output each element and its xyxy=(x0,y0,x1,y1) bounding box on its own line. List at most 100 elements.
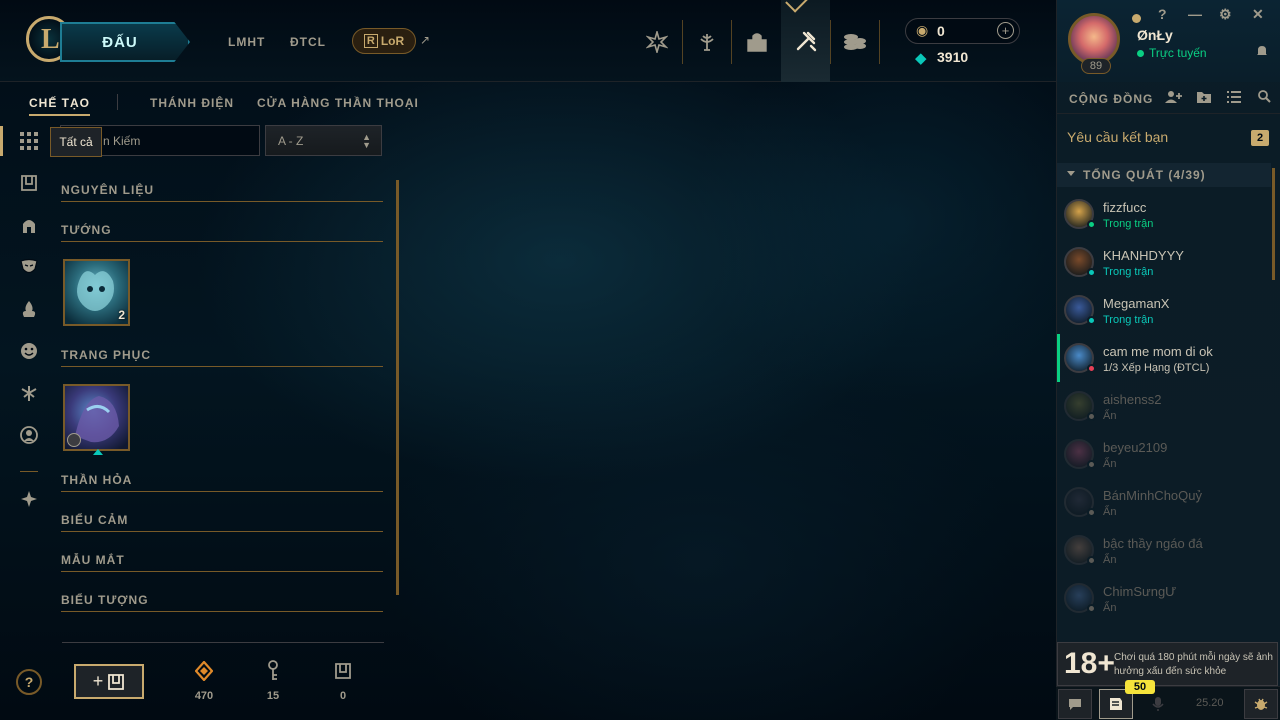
category-icons[interactable]: BIỂU TƯỢNG xyxy=(61,590,383,612)
add-friend-icon[interactable] xyxy=(1165,90,1183,107)
settings-gear-icon[interactable]: ⚙ xyxy=(1219,6,1232,23)
filter-tooltip: Tất cả xyxy=(50,127,102,157)
bug-report-icon[interactable] xyxy=(1244,689,1278,719)
champion-filter-icon[interactable] xyxy=(16,212,42,238)
age-rating: 18+ xyxy=(1064,647,1115,680)
friend-status: Trong trận xyxy=(1103,218,1154,230)
friend-status: Ẩn xyxy=(1103,554,1117,566)
skin-shard-tile[interactable] xyxy=(63,384,130,455)
rail-active-indicator xyxy=(0,126,3,156)
friend-name: cam me mom di ok xyxy=(1103,344,1213,359)
category-wards[interactable]: MẪU MẮT xyxy=(61,550,383,572)
all-grid-icon[interactable] xyxy=(16,128,42,154)
lor-icon: R xyxy=(363,34,378,48)
tab-crafting[interactable]: CHẾ TẠO xyxy=(29,96,90,116)
friend-group-label: TỔNG QUÁT (4/39) xyxy=(1083,168,1206,182)
help-window-button[interactable]: ? xyxy=(1158,6,1167,22)
sort-dropdown[interactable]: A - Z ▲ ▼ xyxy=(265,125,382,156)
category-champions[interactable]: TƯỚNG xyxy=(61,220,383,242)
lor-button[interactable]: R LoR xyxy=(352,28,416,54)
tab-sanctum[interactable]: THÁNH ĐIỆN xyxy=(150,96,234,110)
friend-name: aishenss2 xyxy=(1103,392,1162,407)
friend-row[interactable]: BánMinhChoQuỷ Ẩn xyxy=(1057,478,1271,526)
orange-essence-icon xyxy=(192,660,216,682)
other-filter-icon[interactable] xyxy=(16,486,42,512)
close-icon[interactable]: ✕ xyxy=(1252,6,1264,23)
friend-status-dot-icon xyxy=(1087,508,1096,517)
trophy-icon[interactable] xyxy=(683,22,731,62)
subnav-separator xyxy=(117,94,118,110)
emote-filter-icon[interactable] xyxy=(16,338,42,364)
champion-shard-tile[interactable]: 2 xyxy=(63,259,130,326)
buy-rp-button[interactable]: + xyxy=(997,22,1014,39)
notification-dot-icon xyxy=(1132,14,1141,23)
search-icon[interactable] xyxy=(1258,90,1271,106)
friend-row[interactable]: MegamanX Trong trận xyxy=(1057,286,1271,334)
friend-name: BánMinhChoQuỷ xyxy=(1103,488,1202,503)
friend-row[interactable]: bậc thầy ngáo đá Ẩn xyxy=(1057,526,1271,574)
craft-key-button[interactable]: + xyxy=(74,664,144,699)
bottom-divider xyxy=(62,642,384,643)
category-eternals[interactable]: THẦN HỎA xyxy=(61,470,383,492)
inventory-scrollbar[interactable] xyxy=(396,180,399,595)
friend-row[interactable]: beyeu2109 Ẩn xyxy=(1057,430,1271,478)
nav-separator xyxy=(731,20,732,64)
friend-status-dot-icon xyxy=(1087,364,1096,373)
friend-requests-label: Yêu cầu kết bạn xyxy=(1067,129,1169,145)
social-header: CỘNG ĐỒNG xyxy=(1057,84,1280,114)
friend-row[interactable]: fizzfucc Trong trận xyxy=(1057,190,1271,238)
bell-icon[interactable] xyxy=(1255,44,1269,61)
friend-status-dot-icon xyxy=(1087,556,1096,565)
rarity-gem-icon xyxy=(67,433,81,447)
tft-filter-icon[interactable] xyxy=(16,380,42,406)
category-emotes[interactable]: BIỂU CẢM xyxy=(61,510,383,532)
add-folder-icon[interactable] xyxy=(1196,90,1212,107)
loot-icon[interactable] xyxy=(781,0,830,82)
ward-filter-icon[interactable] xyxy=(16,296,42,322)
clash-icon[interactable] xyxy=(633,22,681,62)
skin-filter-icon[interactable] xyxy=(16,254,42,280)
key-fragment-value: 15 xyxy=(266,690,280,702)
voice-mic-icon[interactable] xyxy=(1141,689,1175,719)
rarity-triangle-icon xyxy=(93,449,103,455)
category-skins[interactable]: TRANG PHỤC xyxy=(61,345,383,367)
nav-tft-link[interactable]: ĐTCL xyxy=(290,35,326,49)
friend-row[interactable]: KHANHDYYY Trong trận xyxy=(1057,238,1271,286)
play-button[interactable]: ĐẤU xyxy=(60,22,190,62)
friend-row[interactable]: cam me mom di ok 1/3 Xếp Hạng (ĐTCL) xyxy=(1057,334,1271,382)
sort-value: A - Z xyxy=(278,133,304,148)
friend-requests[interactable]: Yêu cầu kết bạn 2 xyxy=(1057,122,1280,154)
chest-filter-icon[interactable] xyxy=(16,170,42,196)
list-view-icon[interactable] xyxy=(1227,90,1241,106)
social-panel: 89 ØnŁy Trực tuyến ? — ⚙ ✕ CỘNG ĐỒNG Yêu… xyxy=(1056,0,1280,720)
rail-divider xyxy=(20,471,38,472)
friend-status: Trong trận xyxy=(1103,266,1154,278)
friend-group-general[interactable]: TỔNG QUÁT (4/39) xyxy=(1057,163,1271,187)
friend-status: Ẩn xyxy=(1103,602,1117,614)
external-link-icon: ↗ xyxy=(420,33,431,47)
blue-essence-value: 3910 xyxy=(937,49,969,65)
friend-status: Trong trận xyxy=(1103,314,1154,326)
help-button[interactable]: ? xyxy=(16,669,42,695)
collection-icon[interactable] xyxy=(733,22,781,62)
chat-icon[interactable] xyxy=(1058,689,1092,719)
chevron-down-icon xyxy=(1067,171,1075,176)
store-icon[interactable] xyxy=(831,22,879,62)
friend-status-dot-icon xyxy=(1087,268,1096,277)
rp-value: 0 xyxy=(937,23,945,39)
summoner-name[interactable]: ØnŁy xyxy=(1137,27,1173,43)
minimize-button[interactable]: — xyxy=(1188,6,1202,22)
online-status[interactable]: Trực tuyến xyxy=(1137,46,1207,60)
icon-filter-icon[interactable] xyxy=(16,422,42,448)
category-materials[interactable]: NGUYÊN LIỆU xyxy=(61,180,383,202)
friend-status: Ẩn xyxy=(1103,458,1117,470)
friend-status-dot-icon xyxy=(1087,220,1096,229)
champion-shard-count: 2 xyxy=(118,308,125,322)
chest-count-icon xyxy=(331,660,355,682)
friend-row[interactable]: ChimSưngƯ Ẩn xyxy=(1057,574,1271,622)
tab-mythic-shop[interactable]: CỬA HÀNG THẦN THOẠI xyxy=(257,96,419,110)
friends-scrollbar[interactable] xyxy=(1272,168,1275,280)
nav-lol-link[interactable]: LMHT xyxy=(228,35,265,49)
friend-status-dot-icon xyxy=(1087,412,1096,421)
friend-row[interactable]: aishenss2 Ẩn xyxy=(1057,382,1271,430)
